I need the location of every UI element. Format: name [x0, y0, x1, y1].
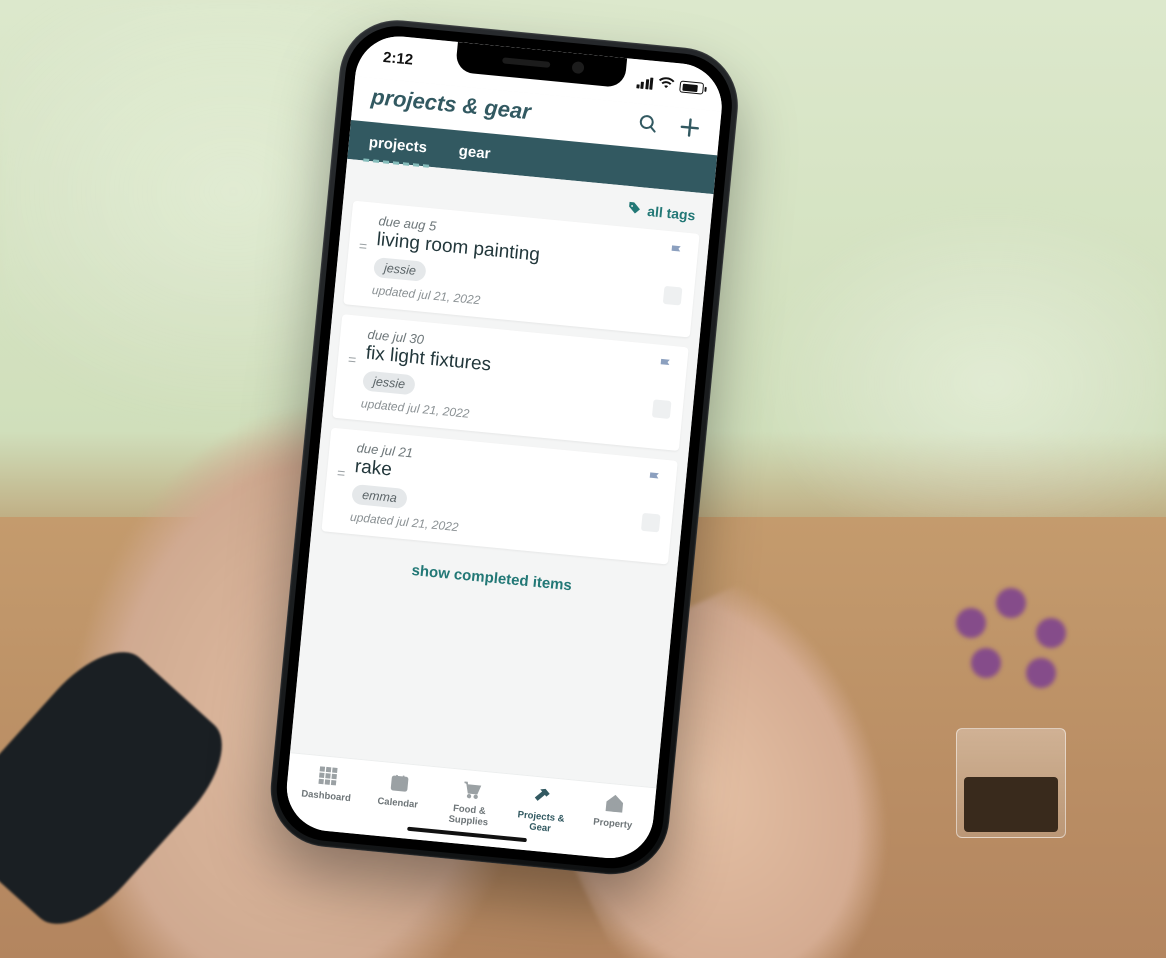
flag-icon[interactable]: [668, 243, 686, 265]
home-icon: [603, 791, 627, 815]
project-updated: updated jul 21, 2022: [371, 283, 654, 324]
nav-dashboard[interactable]: Dashboard: [293, 762, 361, 816]
photo-background: 2:12 projects & gear: [0, 0, 1166, 958]
flag-icon[interactable]: [657, 357, 675, 379]
flag-icon[interactable]: [646, 470, 664, 492]
status-icons: [636, 73, 705, 97]
project-card[interactable]: = due jul 30 fix light fixtures jessie u…: [332, 314, 688, 451]
hammer-icon: [531, 785, 555, 809]
phone-device: 2:12 projects & gear: [265, 15, 743, 880]
complete-checkbox[interactable]: [663, 286, 683, 306]
filter-label: all tags: [647, 202, 697, 223]
filter-all-tags[interactable]: all tags: [627, 200, 697, 223]
battery-icon: [679, 80, 704, 94]
phone-screen: 2:12 projects & gear: [283, 32, 726, 862]
assignee-chip[interactable]: jessie: [362, 370, 416, 395]
nav-label: Food & Supplies: [436, 802, 502, 830]
nav-property[interactable]: Property: [579, 789, 647, 843]
project-card[interactable]: = due jul 21 rake emma updated jul 21, 2…: [321, 428, 677, 565]
cart-icon: [459, 778, 483, 802]
calendar-icon: [388, 771, 412, 795]
drag-handle-icon[interactable]: =: [345, 351, 358, 368]
nav-label: Projects & Gear: [508, 808, 574, 836]
add-icon[interactable]: [677, 114, 703, 140]
nav-label: Property: [593, 817, 633, 832]
search-icon[interactable]: [635, 110, 661, 136]
complete-checkbox[interactable]: [652, 399, 672, 419]
nav-projects-gear[interactable]: Projects & Gear: [508, 783, 576, 837]
tab-gear[interactable]: gear: [455, 130, 494, 172]
assignee-chip[interactable]: emma: [351, 484, 407, 509]
tab-projects[interactable]: projects: [365, 122, 431, 167]
assignee-chip[interactable]: jessie: [373, 257, 427, 282]
nav-food-supplies[interactable]: Food & Supplies: [436, 776, 504, 830]
drag-handle-icon[interactable]: =: [334, 464, 347, 481]
cellular-signal-icon: [636, 76, 654, 90]
nav-calendar[interactable]: Calendar: [364, 769, 432, 823]
project-list: all tags = due aug 5 living room paintin…: [290, 159, 713, 788]
nav-label: Calendar: [377, 796, 419, 811]
status-time: 2:12: [382, 49, 414, 69]
nav-label: Dashboard: [301, 788, 351, 804]
drag-handle-icon[interactable]: =: [356, 237, 369, 254]
project-updated: updated jul 21, 2022: [349, 510, 632, 551]
wifi-icon: [657, 75, 676, 95]
complete-checkbox[interactable]: [641, 513, 661, 533]
grid-icon: [316, 764, 340, 788]
project-updated: updated jul 21, 2022: [360, 396, 643, 437]
tag-icon: [627, 200, 643, 218]
